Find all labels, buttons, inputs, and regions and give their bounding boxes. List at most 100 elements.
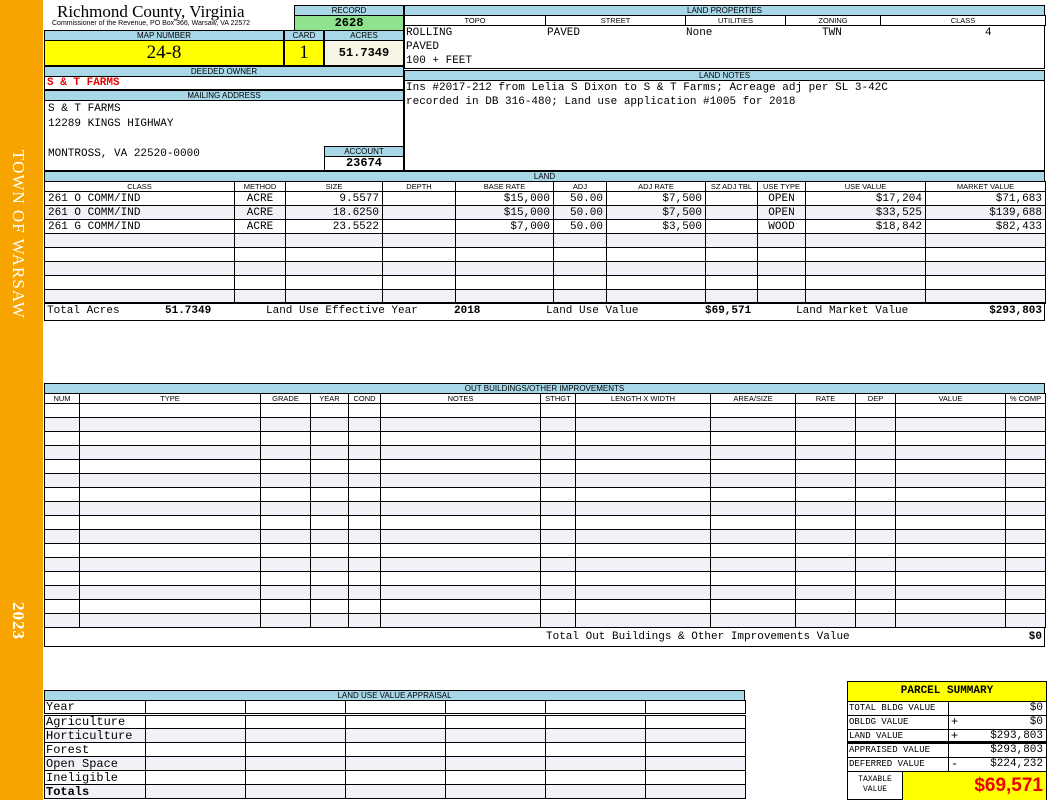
outbuilding-row bbox=[44, 515, 1046, 530]
tax-year: 2023 bbox=[9, 602, 28, 640]
outbuilding-cell bbox=[795, 557, 856, 572]
land-col-header: ADJ bbox=[553, 181, 607, 192]
land-cell bbox=[382, 275, 456, 290]
land-cell: $82,433 bbox=[925, 219, 1046, 234]
outbuilding-cell bbox=[710, 613, 796, 628]
land-col-header: SIZE bbox=[285, 181, 383, 192]
outbuilding-cell bbox=[855, 445, 896, 460]
land-use-cell bbox=[645, 700, 746, 716]
outbuilding-col-header: NUM bbox=[44, 393, 80, 404]
land-use-cell bbox=[645, 742, 746, 757]
land-cell bbox=[705, 233, 758, 248]
outbuildings-table: NUM TYPE GRADE YEAR COND NOTES STHGT LENGTH X W… bbox=[44, 393, 1046, 628]
outbuilding-cell bbox=[44, 557, 80, 572]
land-cell bbox=[234, 261, 286, 276]
outbuilding-col-header: GRADE bbox=[260, 393, 311, 404]
land-cell: OPEN bbox=[757, 205, 806, 220]
outbuilding-cell bbox=[348, 487, 381, 502]
outbuilding-cell bbox=[310, 431, 349, 446]
outbuilding-cell bbox=[380, 571, 541, 586]
land-cell bbox=[925, 261, 1046, 276]
land-col-header: SZ ADJ TBL bbox=[705, 181, 758, 192]
outbuilding-cell bbox=[540, 403, 576, 418]
outbuilding-cell bbox=[44, 417, 80, 432]
outbuilding-cell bbox=[260, 501, 311, 516]
land-cell bbox=[285, 261, 383, 276]
parcel-summary: PARCEL SUMMARY TOTAL BLDG VALUE $0 OBLDG V… bbox=[847, 681, 1047, 800]
outbuilding-cell bbox=[260, 431, 311, 446]
outbuilding-cell bbox=[79, 501, 261, 516]
outbuilding-cell bbox=[710, 501, 796, 516]
outbuilding-cell bbox=[575, 543, 711, 558]
outbuilding-cell bbox=[1005, 445, 1046, 460]
outbuilding-cell bbox=[348, 571, 381, 586]
land-row bbox=[44, 247, 1046, 262]
outbuilding-cell bbox=[310, 417, 349, 432]
outbuilding-col-header: COND bbox=[348, 393, 381, 404]
outbuilding-cell bbox=[855, 473, 896, 488]
land-cell: 50.00 bbox=[553, 191, 607, 206]
land-cell bbox=[757, 261, 806, 276]
outbuilding-cell bbox=[44, 473, 80, 488]
land-cell: $15,000 bbox=[455, 191, 554, 206]
land-cell bbox=[382, 247, 456, 262]
land-cell bbox=[705, 205, 758, 220]
outbuilding-cell bbox=[380, 585, 541, 600]
land-cell bbox=[382, 205, 456, 220]
land-cell: 50.00 bbox=[553, 205, 607, 220]
outbuilding-cell bbox=[540, 501, 576, 516]
summary-divider bbox=[948, 744, 949, 758]
parcel-summary-title: PARCEL SUMMARY bbox=[848, 682, 1046, 702]
land-cell: $15,000 bbox=[455, 205, 554, 220]
land-use-cell bbox=[645, 714, 746, 729]
outbuilding-cell bbox=[79, 529, 261, 544]
outbuilding-cell bbox=[540, 571, 576, 586]
outbuilding-cell bbox=[348, 543, 381, 558]
land-cell: 261 G COMM/IND bbox=[44, 219, 235, 234]
outbuilding-cell bbox=[79, 445, 261, 460]
outbuilding-cell bbox=[795, 529, 856, 544]
outbuilding-col-header: RATE bbox=[795, 393, 856, 404]
outbuilding-cell bbox=[710, 445, 796, 460]
address-line: MONTROSS, VA 22520-0000 bbox=[48, 148, 200, 160]
land-col-header: CLASS bbox=[44, 181, 235, 192]
outbuildings-total-row: Total Out Buildings & Other Improvements… bbox=[44, 627, 1045, 647]
land-use-appraisal-table: Year Agriculture Horticulture Forest Open Sp… bbox=[44, 700, 746, 799]
outbuilding-cell bbox=[44, 599, 80, 614]
land-cell bbox=[285, 275, 383, 290]
land-use-cell bbox=[545, 742, 646, 757]
land-cell bbox=[757, 275, 806, 290]
outbuilding-cell bbox=[260, 473, 311, 488]
outbuilding-cell bbox=[895, 515, 1006, 530]
land-use-cell bbox=[345, 784, 446, 799]
outbuilding-cell bbox=[795, 501, 856, 516]
outbuilding-col-header: TYPE bbox=[79, 393, 261, 404]
outbuilding-row bbox=[44, 543, 1046, 558]
outbuilding-cell bbox=[710, 599, 796, 614]
outbuilding-cell bbox=[348, 459, 381, 474]
outbuilding-cell bbox=[575, 417, 711, 432]
summary-row-value: $293,803 bbox=[990, 730, 1043, 742]
land-col-header: USE TYPE bbox=[757, 181, 806, 192]
land-cell: $71,683 bbox=[925, 191, 1046, 206]
land-cell: 23.5522 bbox=[285, 219, 383, 234]
outbuilding-cell bbox=[540, 445, 576, 460]
outbuilding-cell bbox=[855, 543, 896, 558]
map-number: 24-8 bbox=[44, 40, 284, 66]
county-title: Richmond County, Virginia bbox=[57, 2, 245, 21]
land-cell bbox=[44, 247, 235, 262]
land-cell: ACRE bbox=[234, 205, 286, 220]
land-use-row-label: Forest bbox=[44, 742, 146, 757]
outbuilding-cell bbox=[44, 445, 80, 460]
outbuilding-cell bbox=[260, 445, 311, 460]
land-use-cell bbox=[645, 784, 746, 799]
outbuilding-cell bbox=[310, 599, 349, 614]
land-use-row: Agriculture bbox=[44, 714, 746, 729]
outbuilding-cell bbox=[44, 543, 80, 558]
land-col-header: DEPTH bbox=[382, 181, 456, 192]
outbuilding-col-header: STHGT bbox=[540, 393, 576, 404]
land-use-cell bbox=[145, 742, 246, 757]
outbuilding-cell bbox=[710, 459, 796, 474]
land-use-cell bbox=[245, 770, 346, 785]
land-cell bbox=[285, 233, 383, 248]
